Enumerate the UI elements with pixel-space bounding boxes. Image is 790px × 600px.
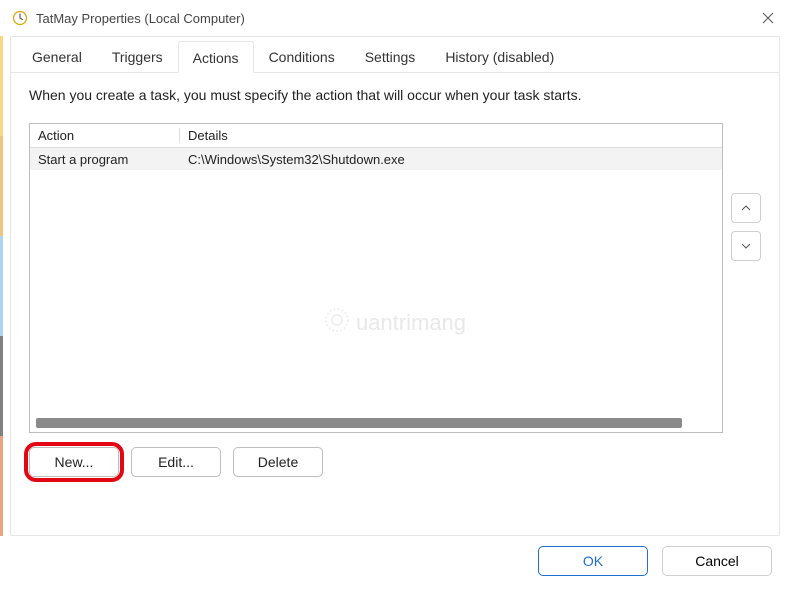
tab-history[interactable]: History (disabled) xyxy=(430,40,569,72)
col-header-details[interactable]: Details xyxy=(180,128,722,143)
window-title: TatMay Properties (Local Computer) xyxy=(36,11,756,26)
action-buttons-row: New... Edit... Delete xyxy=(29,447,761,477)
tab-settings[interactable]: Settings xyxy=(350,40,431,72)
dialog-frame: General Triggers Actions Conditions Sett… xyxy=(10,36,780,536)
tab-row: General Triggers Actions Conditions Sett… xyxy=(11,37,779,73)
edit-button[interactable]: Edit... xyxy=(131,447,221,477)
row-details: C:\Windows\System32\Shutdown.exe xyxy=(180,152,722,167)
chevron-up-icon xyxy=(741,199,751,217)
ok-button[interactable]: OK xyxy=(538,546,648,576)
watermark-text: uantrimang xyxy=(356,310,466,336)
tab-general[interactable]: General xyxy=(17,40,97,72)
dialog-footer: OK Cancel xyxy=(0,546,790,576)
actions-list-row[interactable]: Start a program C:\Windows\System32\Shut… xyxy=(30,148,722,170)
watermark-icon xyxy=(324,307,350,339)
actions-list-header: Action Details xyxy=(30,124,722,148)
actions-list[interactable]: Action Details Start a program C:\Window… xyxy=(29,123,723,433)
row-action: Start a program xyxy=(30,152,180,167)
col-header-action[interactable]: Action xyxy=(30,128,180,143)
tab-content: When you create a task, you must specify… xyxy=(11,73,779,489)
tab-actions[interactable]: Actions xyxy=(178,41,254,73)
tab-conditions[interactable]: Conditions xyxy=(254,40,350,72)
new-button[interactable]: New... xyxy=(29,447,119,477)
tab-triggers[interactable]: Triggers xyxy=(97,40,178,72)
chevron-down-icon xyxy=(741,237,751,255)
horizontal-scrollbar[interactable] xyxy=(36,418,682,428)
delete-button[interactable]: Delete xyxy=(233,447,323,477)
move-up-button[interactable] xyxy=(731,193,761,223)
close-button[interactable] xyxy=(756,6,780,30)
clock-icon xyxy=(12,10,28,26)
move-down-button[interactable] xyxy=(731,231,761,261)
title-bar: TatMay Properties (Local Computer) xyxy=(0,0,790,36)
actions-description: When you create a task, you must specify… xyxy=(29,87,761,103)
cancel-button[interactable]: Cancel xyxy=(662,546,772,576)
watermark: uantrimang xyxy=(324,307,466,339)
